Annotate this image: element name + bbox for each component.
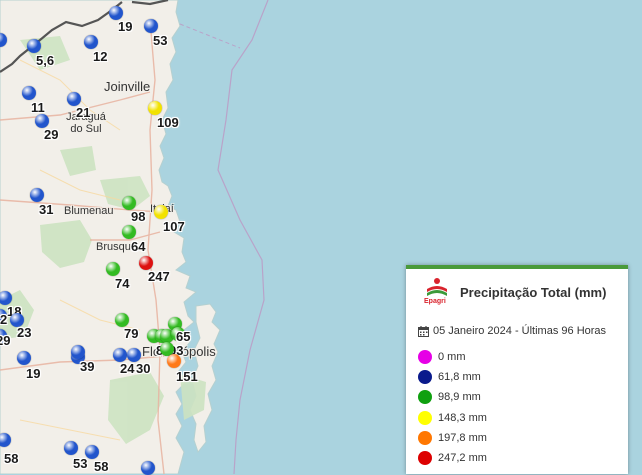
station-marker[interactable]	[148, 101, 162, 115]
legend-item: 98,9 mm	[418, 387, 628, 407]
station-value-label: 24	[120, 361, 135, 376]
station-value-label: 5,6	[36, 53, 55, 68]
logo-text: Epagri	[424, 298, 446, 305]
station-value-label: 39	[80, 359, 95, 374]
station-value-label: 79	[124, 326, 139, 341]
station-marker[interactable]	[122, 225, 136, 239]
legend-label: 197,8 mm	[438, 431, 487, 444]
station-value-label: 151	[176, 369, 198, 384]
legend-label: 247,2 mm	[438, 452, 487, 465]
station-marker[interactable]	[141, 461, 155, 475]
station-value-label: 29	[44, 127, 59, 142]
station-value-label: 98	[131, 209, 146, 224]
calendar-icon	[418, 325, 429, 337]
station-marker[interactable]	[71, 345, 85, 359]
station-marker[interactable]	[22, 86, 36, 100]
legend-label: 0 mm	[438, 351, 466, 364]
station-value-label: 12	[93, 49, 108, 64]
station-marker[interactable]	[35, 114, 49, 128]
station-value-label: 53	[153, 33, 168, 48]
station-marker[interactable]	[67, 92, 81, 106]
legend-swatch	[418, 370, 432, 385]
legend-item: 148,3 mm	[418, 408, 628, 428]
station-marker[interactable]	[85, 445, 99, 459]
legend-swatch	[418, 350, 432, 365]
station-value-label: 23	[17, 325, 32, 340]
legend-swatch	[418, 390, 432, 405]
station-marker[interactable]	[167, 354, 181, 368]
legend-item: 247,2 mm	[418, 448, 628, 468]
station-value-label: 2	[0, 312, 8, 327]
legend-item: 61,8 mm	[418, 367, 628, 387]
station-marker[interactable]	[154, 205, 168, 219]
station-value-label: 107	[163, 219, 185, 234]
station-marker[interactable]	[30, 188, 44, 202]
station-marker[interactable]	[106, 262, 120, 276]
station-value-label: 31	[39, 202, 54, 217]
station-value-label: 58	[4, 451, 19, 466]
legend-panel: Epagri Precipitação Total (mm) 05 Janeir…	[406, 265, 628, 474]
legend-label: 98,9 mm	[438, 391, 481, 404]
station-marker[interactable]	[139, 256, 153, 270]
station-value-label: 247	[148, 269, 170, 284]
station-marker[interactable]	[122, 196, 136, 210]
station-value-label: 65	[176, 329, 191, 344]
station-value-label: 53	[73, 456, 88, 471]
legend-item: 0 mm	[418, 347, 628, 367]
station-marker[interactable]	[27, 39, 41, 53]
station-value-label: 11	[31, 100, 45, 115]
city-label: Joinville	[104, 79, 151, 94]
station-marker[interactable]	[144, 19, 158, 33]
legend-label: 61,8 mm	[438, 371, 481, 384]
epagri-logo: Epagri	[424, 277, 450, 307]
station-marker[interactable]	[127, 348, 141, 362]
city-label: Blumenau	[64, 205, 114, 217]
station-marker[interactable]	[115, 313, 129, 327]
legend-swatch	[418, 430, 432, 445]
legend-list: 0 mm 61,8 mm 98,9 mm 148,3 mm 197,8 mm 247,2 …	[406, 347, 628, 468]
station-marker[interactable]	[64, 441, 78, 455]
legend-title: Precipitação Total (mm)	[460, 284, 607, 300]
station-value-label: 74	[115, 276, 130, 291]
legend-date-range: 05 Janeiro 2024 - Últimas 96 Horas	[433, 325, 607, 337]
station-value-label: 58	[94, 459, 109, 474]
station-marker[interactable]	[113, 348, 127, 362]
station-value-label: 64	[131, 239, 146, 254]
land-area	[0, 0, 197, 474]
station-marker[interactable]	[84, 35, 98, 49]
station-value-label: 19	[26, 366, 41, 381]
station-value-label: 19	[118, 19, 133, 34]
legend-swatch	[418, 410, 432, 425]
station-marker[interactable]	[17, 351, 31, 365]
station-value-label: 109	[157, 115, 179, 130]
legend-item: 197,8 mm	[418, 428, 628, 448]
station-marker[interactable]	[109, 6, 123, 20]
legend-swatch	[418, 451, 432, 466]
station-value-label: 30	[136, 361, 151, 376]
legend-label: 148,3 mm	[438, 411, 487, 424]
station-value-label: 21	[76, 105, 91, 120]
station-value-label: 29	[0, 333, 11, 348]
